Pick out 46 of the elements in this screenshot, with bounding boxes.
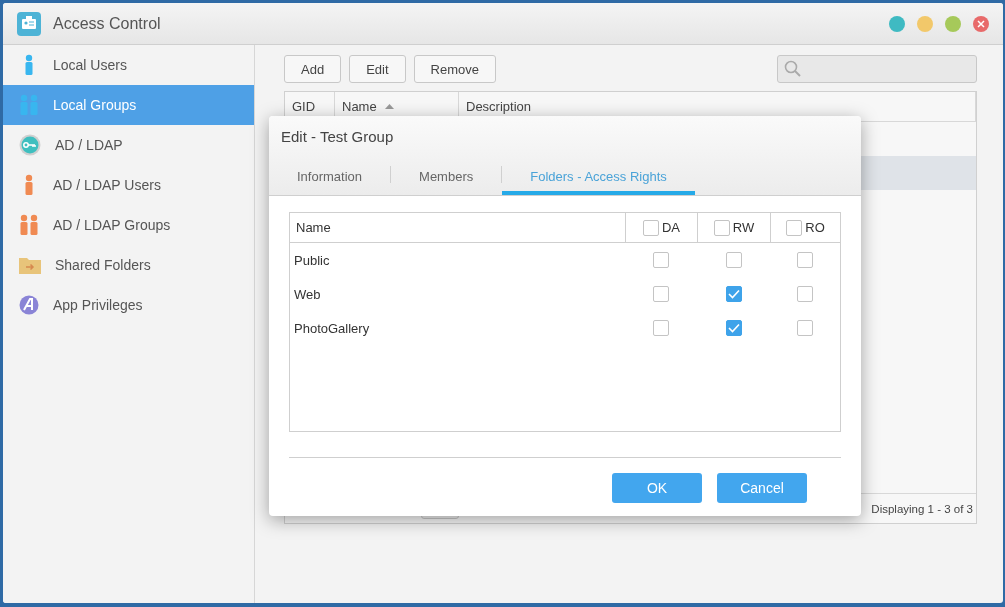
search-icon (784, 60, 802, 78)
sidebar-item[interactable]: App Privileges (3, 285, 254, 325)
checkbox[interactable] (725, 320, 742, 336)
sidebar-item[interactable]: Local Users (3, 45, 254, 85)
checkbox[interactable] (653, 286, 669, 302)
search-field[interactable] (777, 55, 977, 83)
people-icon (19, 214, 39, 236)
toolbar-button[interactable]: Add (284, 55, 342, 83)
tab[interactable]: Members (391, 158, 502, 195)
key-icon (19, 134, 41, 156)
checkbox[interactable] (653, 252, 669, 268)
checkbox[interactable] (653, 320, 669, 336)
sort-icon (384, 104, 394, 109)
dialog-title: Edit - Test Group (280, 127, 395, 147)
tab[interactable]: Information (269, 158, 391, 195)
checkbox[interactable] (642, 219, 659, 236)
folder-icon (19, 256, 41, 274)
sidebar-item[interactable]: AD / LDAP Groups (3, 205, 254, 245)
column-header: RO (805, 220, 825, 235)
checkbox[interactable] (725, 286, 742, 302)
close-button[interactable] (973, 15, 989, 32)
checkbox[interactable] (797, 252, 813, 268)
maximize-button[interactable] (945, 15, 961, 32)
paging-info: Displaying 1 - 3 of 3 (871, 502, 973, 515)
sidebar-item[interactable]: AD / LDAP Users (3, 165, 254, 205)
checkbox[interactable] (797, 286, 813, 302)
sidebar-item[interactable]: AD / LDAP (3, 125, 254, 165)
app-icon (19, 295, 39, 315)
folder-name: PhotoGallery (293, 320, 371, 336)
column-header: RW (732, 220, 755, 235)
toolbar-button[interactable]: Remove (413, 55, 496, 83)
column-header: Name (295, 219, 332, 237)
close-icon (977, 19, 985, 28)
checkbox[interactable] (725, 252, 742, 268)
checkbox[interactable] (797, 320, 813, 336)
checkbox[interactable] (713, 219, 730, 236)
column-header: DA (661, 220, 681, 235)
folder-name: Public (293, 252, 331, 268)
minimize-button[interactable] (917, 15, 933, 32)
checkbox[interactable] (786, 219, 803, 236)
folder-name: Web (293, 286, 322, 302)
app-icon (17, 11, 41, 36)
window-title: Access Control (53, 14, 162, 33)
toolbar-button[interactable]: Edit (349, 55, 406, 83)
window-control[interactable] (889, 15, 905, 32)
sidebar-item[interactable]: Shared Folders (3, 245, 254, 285)
